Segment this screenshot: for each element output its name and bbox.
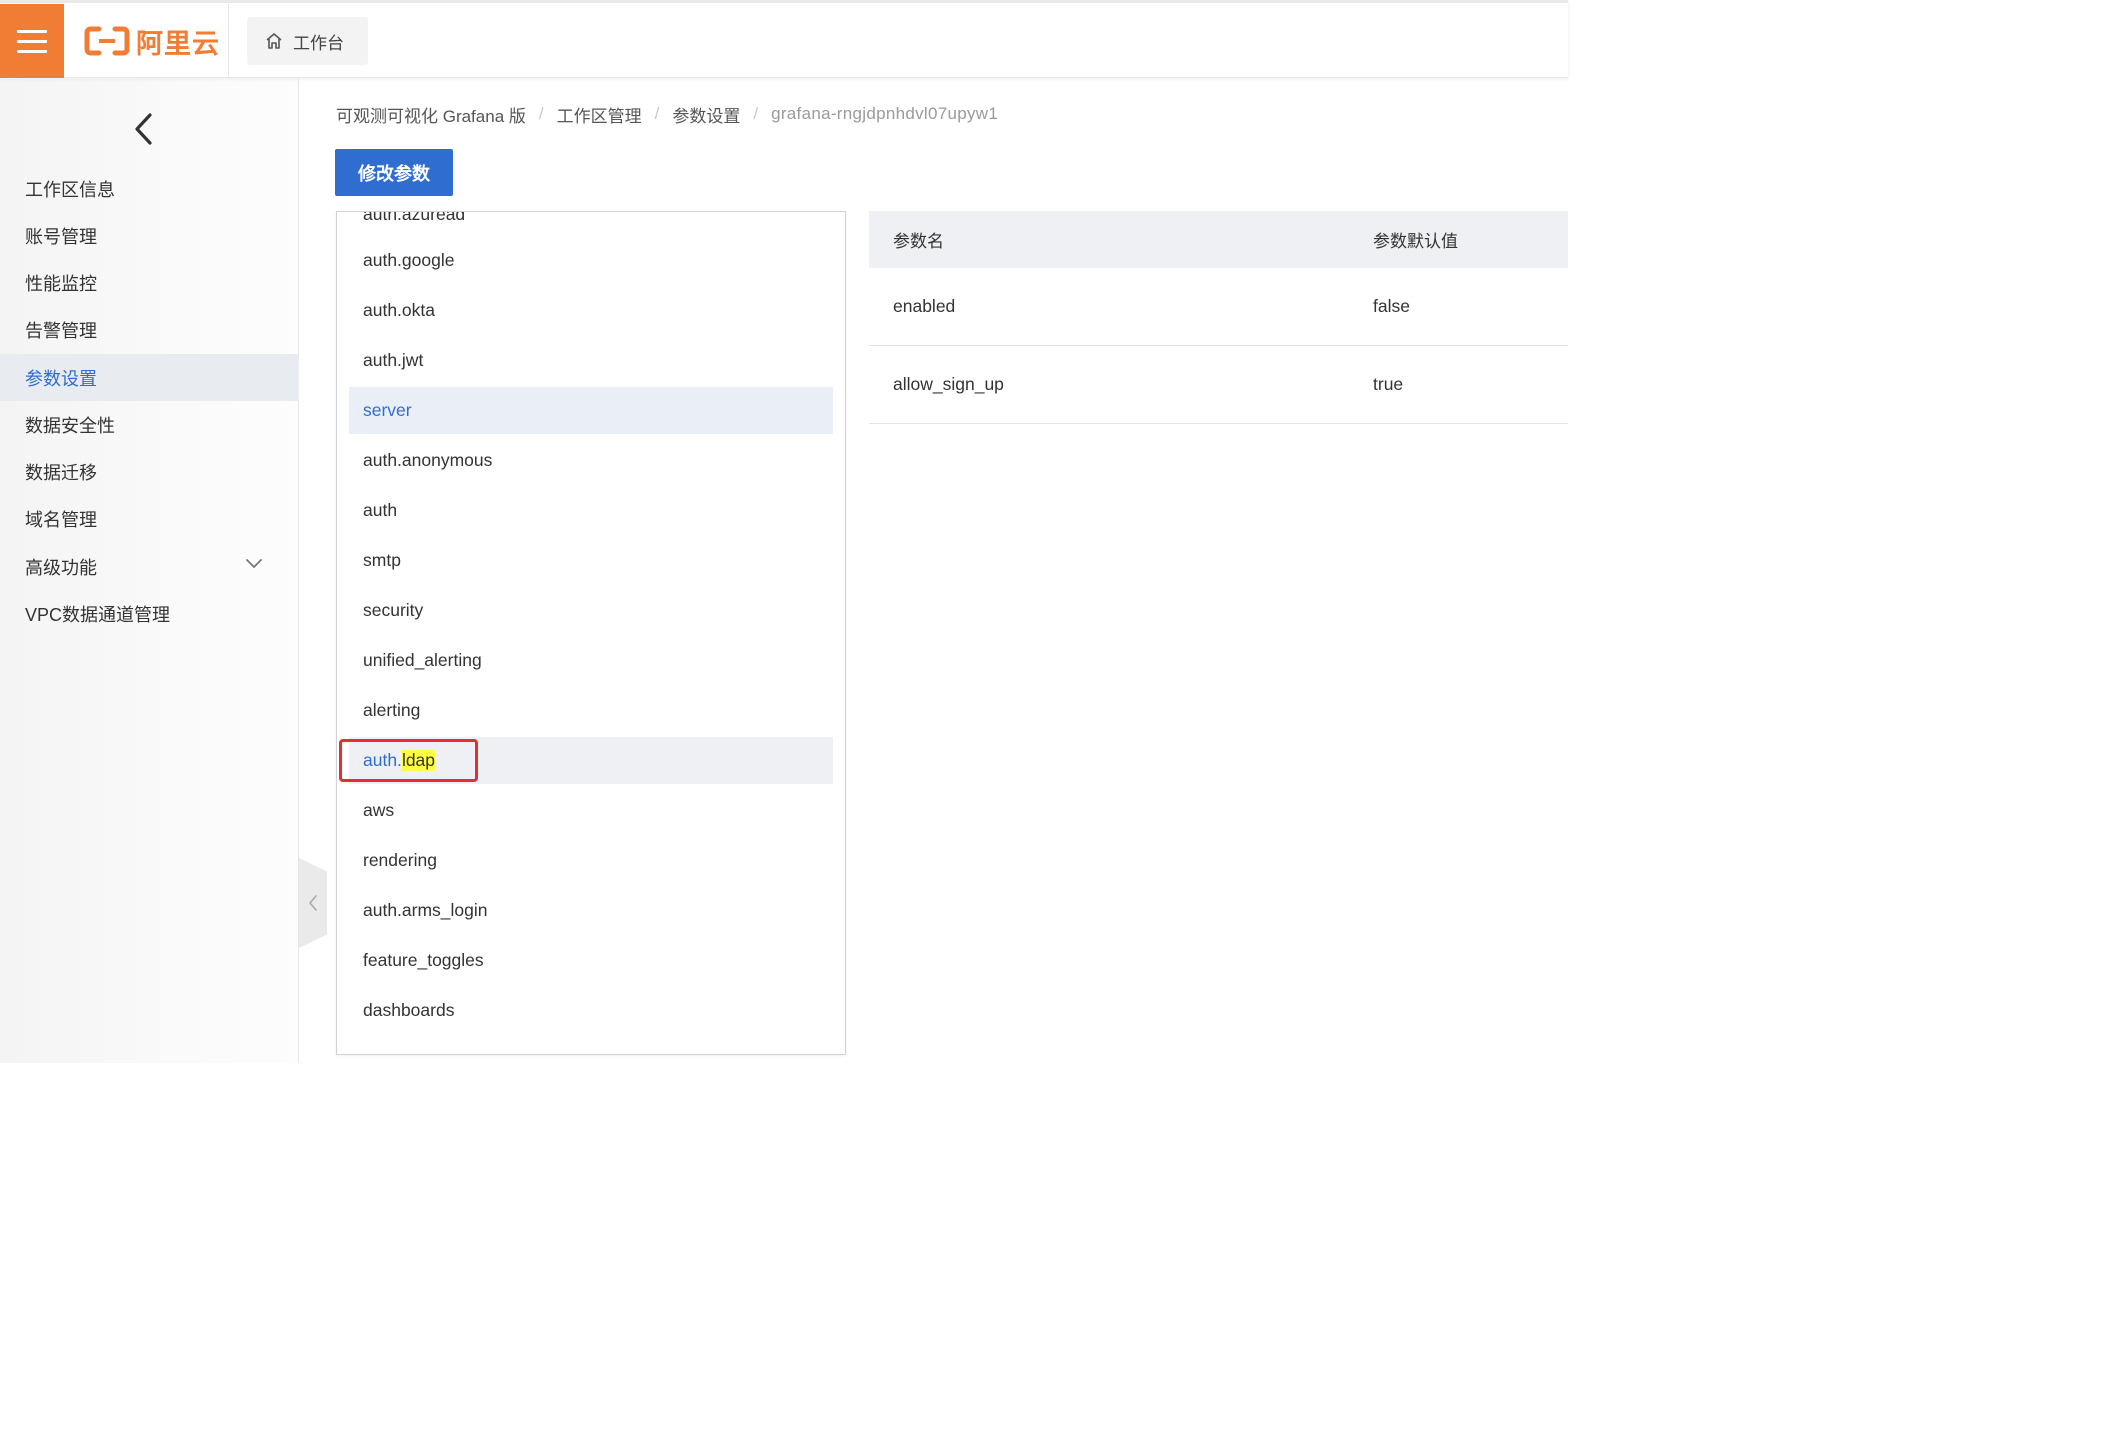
dropdown-item[interactable]: auth.jwt — [349, 337, 833, 384]
dropdown-item-partial[interactable]: auth.azuread — [349, 212, 833, 238]
breadcrumb-item-workspace-management[interactable]: 工作区管理 — [557, 102, 642, 127]
dropdown-item[interactable]: dashboards — [349, 987, 833, 1034]
parameter-table: 参数名 参数默认值 enabled false allow_sign_up tr… — [869, 211, 1568, 424]
table-row: enabled false — [869, 268, 1568, 346]
chevron-left-icon — [135, 113, 152, 145]
hamburger-icon — [17, 29, 47, 33]
modify-parameters-button[interactable]: 修改参数 — [335, 149, 453, 196]
breadcrumb-item-workspace-id: grafana-rngjdpnhdvl07upyw1 — [771, 104, 999, 123]
sidebar-item-domain-management[interactable]: 域名管理 — [0, 496, 299, 543]
dropdown-item[interactable]: alerting — [349, 687, 833, 734]
sidebar-item-account-management[interactable]: 账号管理 — [0, 212, 299, 259]
sidebar-item-label: 告警管理 — [25, 321, 97, 342]
column-header-default-value: 参数默认值 — [1373, 232, 1458, 251]
top-border-line — [0, 0, 1568, 3]
dropdown-item[interactable]: rendering — [349, 837, 833, 884]
dropdown-item[interactable]: aws — [349, 787, 833, 834]
sidebar: 工作区信息 账号管理 性能监控 告警管理 参数设置 数据安全性 数据迁移 域名管… — [0, 79, 299, 1063]
workbench-button[interactable]: 工作台 — [247, 17, 368, 65]
dropdown-item[interactable]: auth.okta — [349, 287, 833, 334]
dropdown-item[interactable]: smtp — [349, 537, 833, 584]
sidebar-item-label: 数据安全性 — [25, 415, 115, 436]
top-navigation-bar: 阿里云 工作台 — [0, 0, 1568, 78]
sidebar-item-alert-management[interactable]: 告警管理 — [0, 307, 299, 354]
sidebar-item-data-security[interactable]: 数据安全性 — [0, 401, 299, 448]
sidebar-item-performance-monitoring[interactable]: 性能监控 — [0, 260, 299, 307]
sidebar-item-parameter-settings[interactable]: 参数设置 — [0, 354, 299, 402]
dropdown-item[interactable]: auth — [349, 487, 833, 534]
search-highlight: ldap — [401, 750, 436, 771]
sidebar-item-label: 性能监控 — [25, 274, 97, 295]
workbench-label: 工作台 — [293, 33, 344, 53]
dropdown-item[interactable]: auth.arms_login — [349, 887, 833, 934]
sidebar-item-workspace-info[interactable]: 工作区信息 — [0, 165, 299, 212]
chevron-left-icon — [309, 895, 317, 911]
aliyun-logo-icon — [84, 26, 130, 56]
breadcrumb-item-grafana[interactable]: 可观测可视化 Grafana 版 — [336, 102, 526, 127]
table-cell-param-name: allow_sign_up — [893, 374, 1004, 394]
table-header: 参数名 参数默认值 — [869, 211, 1568, 268]
dropdown-item[interactable]: auth.anonymous — [349, 437, 833, 484]
home-icon — [266, 33, 282, 49]
breadcrumb-separator: / — [753, 104, 759, 123]
sidebar-item-label: 高级功能 — [25, 557, 97, 578]
table-row: allow_sign_up true — [869, 346, 1568, 424]
chevron-down-icon — [246, 559, 262, 568]
breadcrumb: 可观测可视化 Grafana 版 / 工作区管理 / 参数设置 / grafan… — [336, 102, 998, 126]
column-header-param-name: 参数名 — [893, 232, 944, 251]
dropdown-item-auth-ldap[interactable]: auth. ldap — [349, 737, 833, 784]
aliyun-logo[interactable]: 阿里云 — [64, 4, 229, 78]
sidebar-item-label: 域名管理 — [25, 510, 97, 531]
breadcrumb-separator: / — [654, 104, 660, 123]
sidebar-collapse-toggle[interactable] — [299, 858, 327, 948]
breadcrumb-item-parameter-settings[interactable]: 参数设置 — [672, 102, 740, 127]
table-cell-default-value: false — [1373, 296, 1410, 316]
sidebar-item-label: 工作区信息 — [25, 179, 115, 200]
dropdown-item[interactable]: security — [349, 587, 833, 634]
parameter-section-dropdown[interactable]: auth.azuread auth.google auth.okta auth.… — [336, 211, 846, 1055]
sidebar-item-label: 数据迁移 — [25, 463, 97, 484]
dropdown-item[interactable]: feature_toggles — [349, 937, 833, 984]
dropdown-item[interactable]: auth.google — [349, 237, 833, 284]
dropdown-item[interactable]: unified_alerting — [349, 637, 833, 684]
breadcrumb-separator: / — [538, 104, 544, 123]
logo-text: 阿里云 — [136, 28, 220, 60]
sidebar-nav: 工作区信息 账号管理 性能监控 告警管理 参数设置 数据安全性 数据迁移 域名管… — [0, 165, 299, 638]
sidebar-item-vpc-data-channel[interactable]: VPC数据通道管理 — [0, 590, 299, 637]
table-cell-default-value: true — [1373, 374, 1404, 394]
sidebar-item-label: VPC数据通道管理 — [25, 604, 171, 625]
sidebar-back-button[interactable] — [132, 112, 156, 146]
hamburger-menu-button[interactable] — [0, 4, 64, 78]
dropdown-item-prefix: auth. — [363, 750, 402, 770]
sidebar-item-label: 账号管理 — [25, 226, 97, 247]
sidebar-item-label: 参数设置 — [25, 368, 97, 389]
dropdown-item-selected[interactable]: server — [349, 387, 833, 434]
sidebar-item-data-migration[interactable]: 数据迁移 — [0, 449, 299, 496]
sidebar-item-advanced-features[interactable]: 高级功能 — [0, 543, 299, 590]
table-cell-param-name: enabled — [893, 296, 956, 316]
